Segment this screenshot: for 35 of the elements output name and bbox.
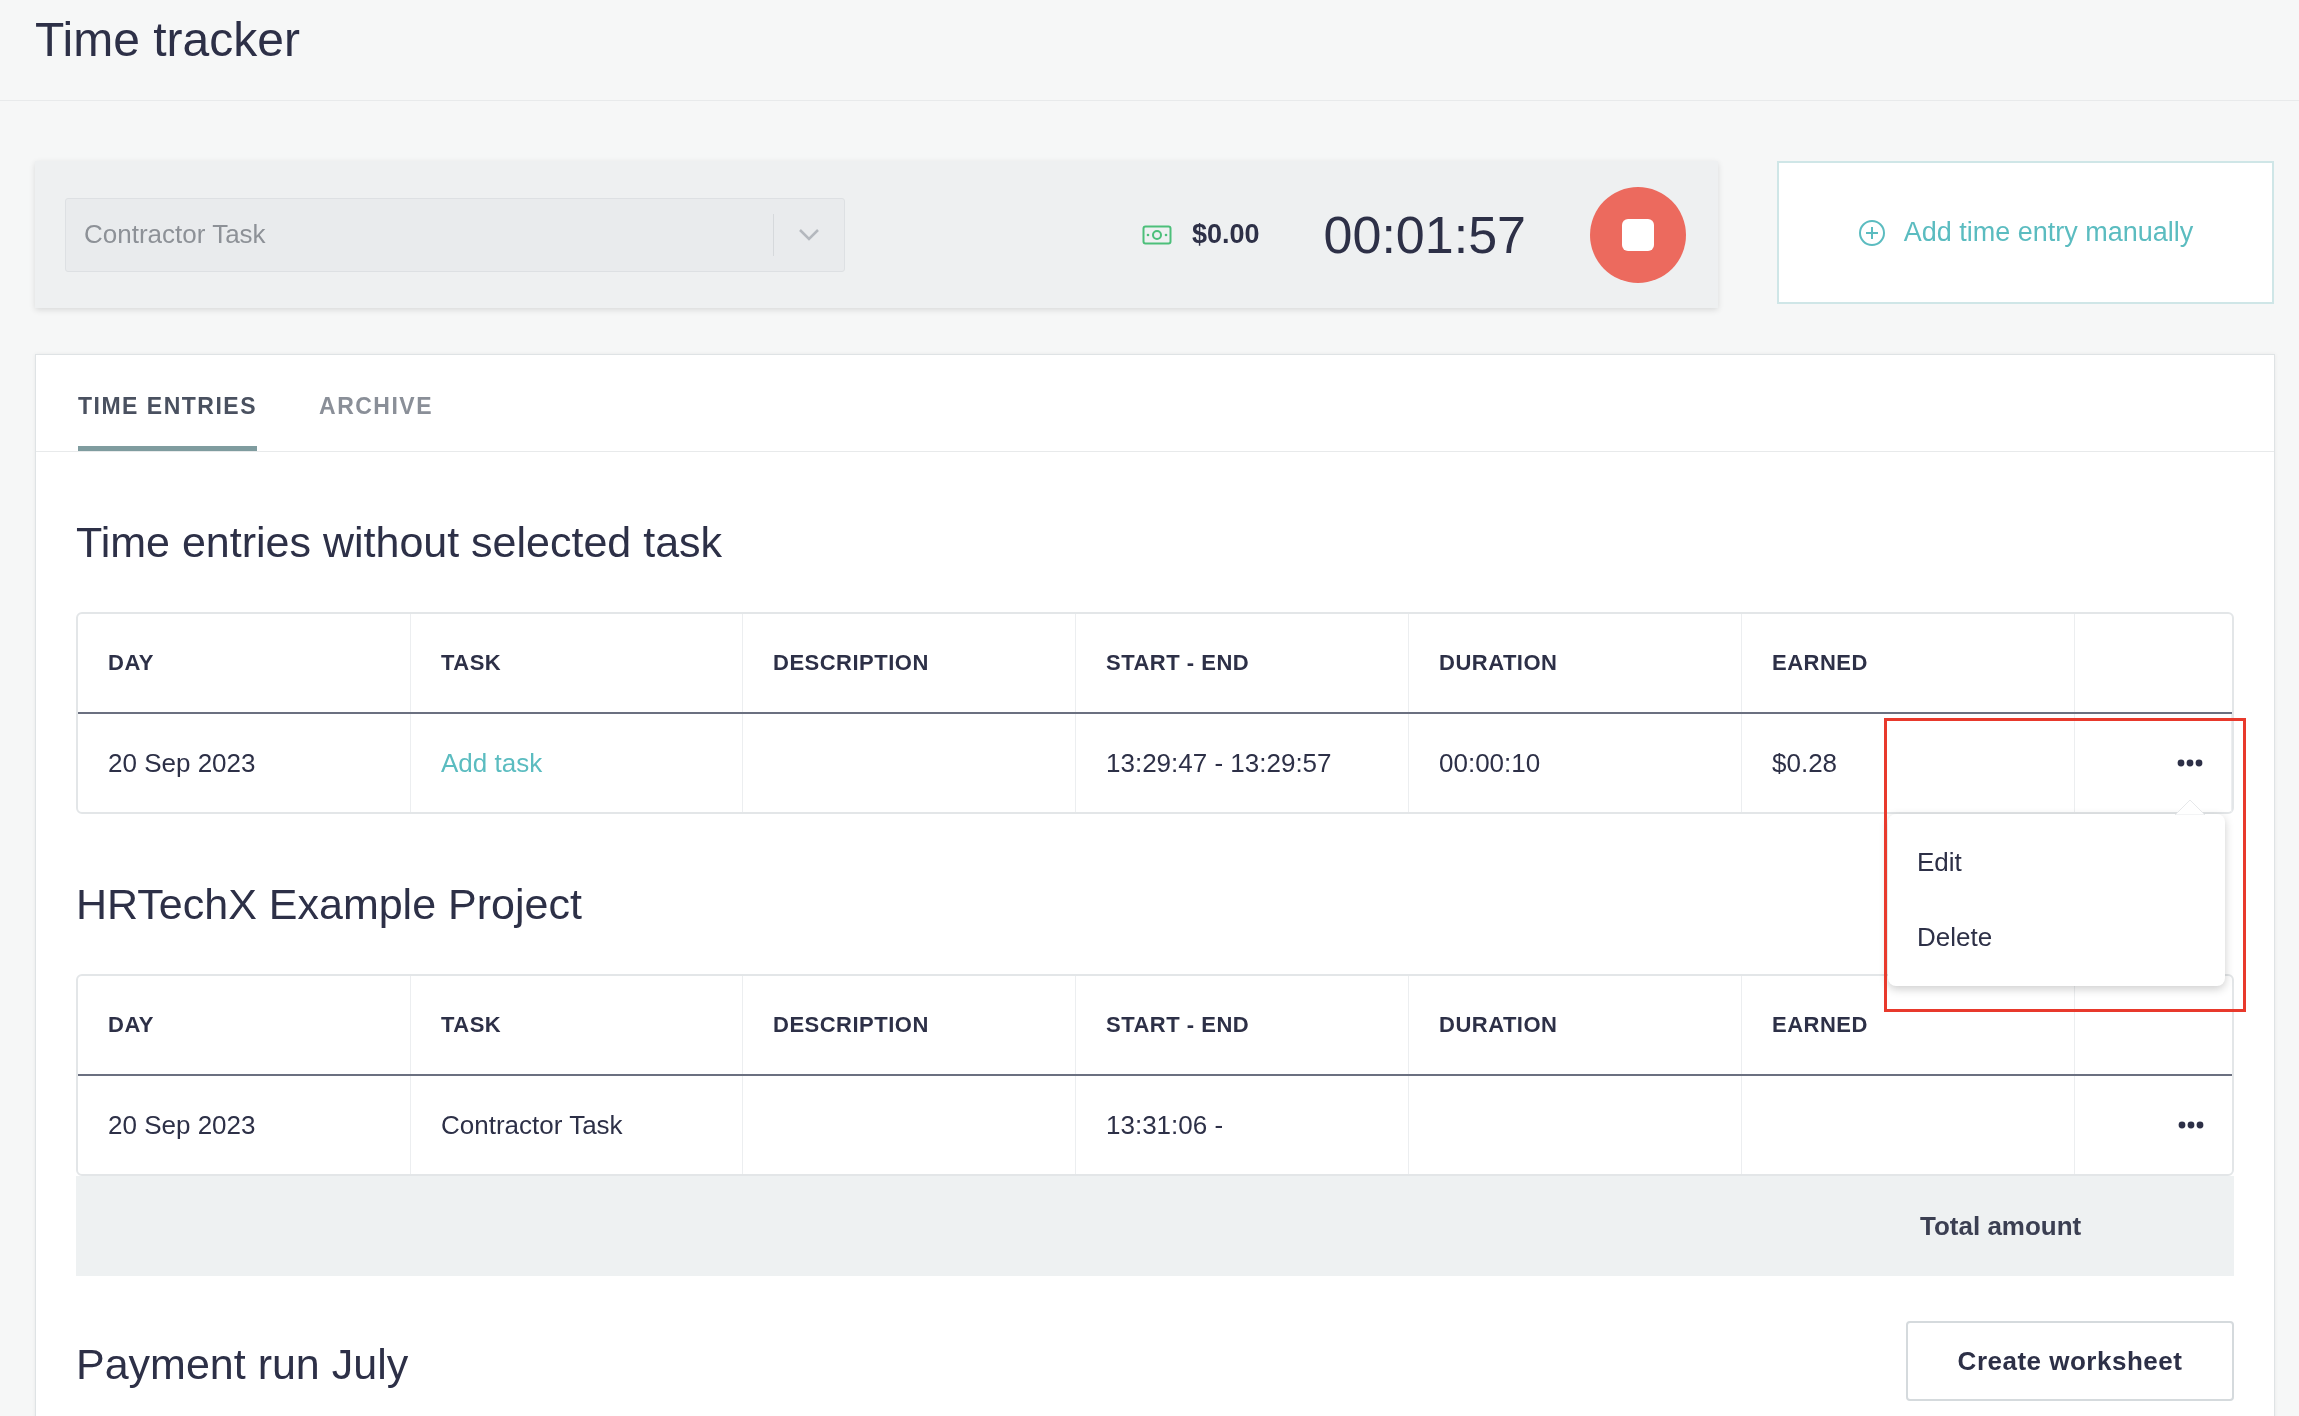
column-header: EARNED — [1742, 614, 2075, 712]
column-header: TASK — [411, 614, 743, 712]
column-header: START - END — [1076, 976, 1409, 1074]
column-header: DAY — [78, 614, 411, 712]
section-title: HRTechX Example Project — [76, 879, 582, 930]
earned-amount: $0.00 — [1192, 219, 1260, 250]
table-cell: 20 Sep 2023 — [108, 1109, 256, 1141]
create-worksheet-button[interactable]: Create worksheet — [1906, 1321, 2234, 1401]
plus-circle-icon — [1857, 218, 1886, 247]
column-header: DURATION — [1409, 614, 1742, 712]
column-header: TASK — [411, 976, 743, 1074]
menu-item[interactable]: Delete — [1917, 922, 1993, 953]
total-label: Total amount — [1920, 1210, 2082, 1242]
column-header: START - END — [1076, 614, 1409, 712]
table-cell: 13:29:47 - 13:29:57 — [1106, 747, 1332, 779]
chevron-down-icon — [798, 227, 820, 242]
table-cell: 00:00:10 — [1439, 747, 1541, 779]
table-cell: $0.28 — [1772, 747, 1838, 779]
column-header: DURATION — [1409, 976, 1742, 1074]
stop-icon — [1621, 217, 1655, 252]
table-cell: 13:31:06 - — [1106, 1109, 1224, 1141]
section-title: Time entries without selected task — [76, 517, 723, 568]
column-header: DAY — [78, 976, 411, 1074]
menu-item[interactable]: Edit — [1917, 847, 1962, 878]
column-header: DESCRIPTION — [743, 976, 1076, 1074]
banknote-icon — [1142, 224, 1172, 245]
table-cell: Contractor Task — [441, 1109, 623, 1141]
elapsed-time: 00:01:57 — [1323, 204, 1526, 265]
more-icon[interactable] — [2177, 759, 2203, 767]
more-icon[interactable] — [2178, 1121, 2204, 1129]
page-title: Time tracker — [35, 11, 300, 67]
section-title: Payment run July — [76, 1339, 409, 1389]
tab[interactable]: TIME ENTRIES — [78, 393, 257, 451]
table-cell: 20 Sep 2023 — [108, 747, 256, 779]
column-header: DESCRIPTION — [743, 614, 1076, 712]
